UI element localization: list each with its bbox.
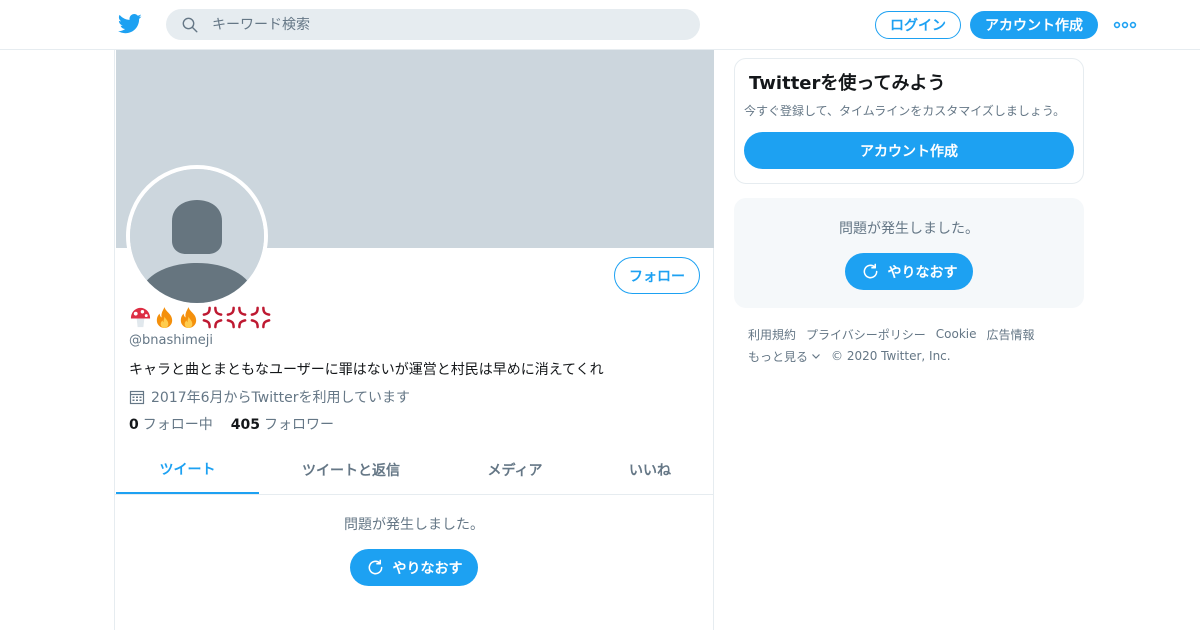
timeline-error-message: 問題が発生しました。 — [344, 517, 484, 533]
profile-bio: キャラと曲とまともなユーザーに罪はないが運営と村民は早めに消えてくれ — [129, 362, 604, 378]
following-stat[interactable]: 0 フォロー中 — [129, 414, 213, 434]
signup-card-subtitle: 今すぐ登録して、タイムラインをカスタマイズしましょう。 — [744, 104, 1066, 118]
sidebar-error-message: 問題が発生しました。 — [839, 221, 979, 237]
tab-tweets-replies[interactable]: ツイートと返信 — [286, 446, 416, 494]
refresh-icon — [368, 559, 382, 575]
anger-icon — [250, 306, 271, 329]
avatar[interactable] — [126, 165, 268, 307]
timeline-retry-label: やりなおす — [392, 560, 463, 577]
fire-icon — [180, 306, 197, 329]
footer-link-privacy[interactable]: プライバシーポリシー — [806, 326, 926, 342]
sidebar-retry-button[interactable]: やりなおす — [845, 253, 973, 290]
footer-more-link[interactable]: もっと見る — [748, 348, 821, 364]
search-bar[interactable] — [166, 9, 700, 40]
following-label: フォロー中 — [142, 417, 213, 433]
tab-tweets[interactable]: ツイート — [116, 446, 259, 494]
refresh-icon — [863, 263, 877, 279]
footer-copyright: © 2020 Twitter, Inc. — [831, 349, 951, 363]
sidebar-footer: 利用規約 プライバシーポリシー Cookie 広告情報 もっと見る © 2020… — [748, 326, 1084, 370]
footer-more-row: もっと見る © 2020 Twitter, Inc. — [748, 348, 1084, 364]
default-avatar-icon — [130, 169, 264, 303]
signup-card-title: Twitterを使ってみよう — [749, 73, 946, 94]
search-input[interactable] — [212, 9, 682, 40]
profile-tabs: ツイート ツイートと返信 メディア いいね — [115, 446, 713, 495]
top-nav: ログイン アカウント作成 — [0, 0, 1200, 50]
footer-link-terms[interactable]: 利用規約 — [748, 326, 796, 342]
following-count: 0 — [129, 417, 139, 433]
followers-label: フォロワー — [263, 417, 334, 433]
fire-icon — [156, 306, 173, 329]
tab-media[interactable]: メディア — [465, 446, 565, 494]
anger-icon — [226, 306, 247, 329]
followers-count: 405 — [230, 417, 260, 433]
login-button[interactable]: ログイン — [875, 11, 961, 39]
follow-button[interactable]: フォロー — [614, 257, 700, 294]
joined-text: 2017年6月からTwitterを利用しています — [151, 390, 411, 406]
more-dots-icon[interactable] — [1113, 18, 1137, 32]
followers-stat[interactable]: 405 フォロワー — [231, 414, 334, 434]
anger-icon — [202, 306, 223, 329]
sidebar-error-card: 問題が発生しました。 やりなおす — [734, 198, 1084, 308]
footer-links: 利用規約 プライバシーポリシー Cookie 広告情報 — [748, 326, 1084, 342]
signup-card: Twitterを使ってみよう 今すぐ登録して、タイムラインをカスタマイズしましょ… — [734, 58, 1084, 184]
mushroom-icon — [130, 307, 151, 328]
display-name — [129, 306, 272, 330]
twitter-bird-icon[interactable] — [118, 13, 142, 35]
chevron-down-icon — [812, 354, 820, 359]
search-icon — [182, 17, 198, 33]
footer-link-ads[interactable]: 広告情報 — [987, 326, 1035, 342]
profile-column: フォロー @bnashimeji キャラと曲とまともなユーザーに罪はないが運営と… — [114, 50, 714, 630]
calendar-icon — [129, 390, 145, 405]
signup-card-button[interactable]: アカウント作成 — [744, 132, 1074, 169]
timeline-retry-button[interactable]: やりなおす — [350, 549, 478, 586]
footer-link-cookie[interactable]: Cookie — [936, 326, 977, 342]
profile-handle: @bnashimeji — [129, 333, 213, 348]
profile-stats: 0 フォロー中 405 フォロワー — [129, 414, 334, 434]
footer-more-label: もっと見る — [748, 349, 809, 364]
sidebar-retry-label: やりなおす — [887, 264, 958, 281]
tab-likes[interactable]: いいね — [605, 446, 695, 494]
signup-button[interactable]: アカウント作成 — [970, 11, 1098, 39]
joined-date: 2017年6月からTwitterを利用しています — [129, 387, 410, 407]
